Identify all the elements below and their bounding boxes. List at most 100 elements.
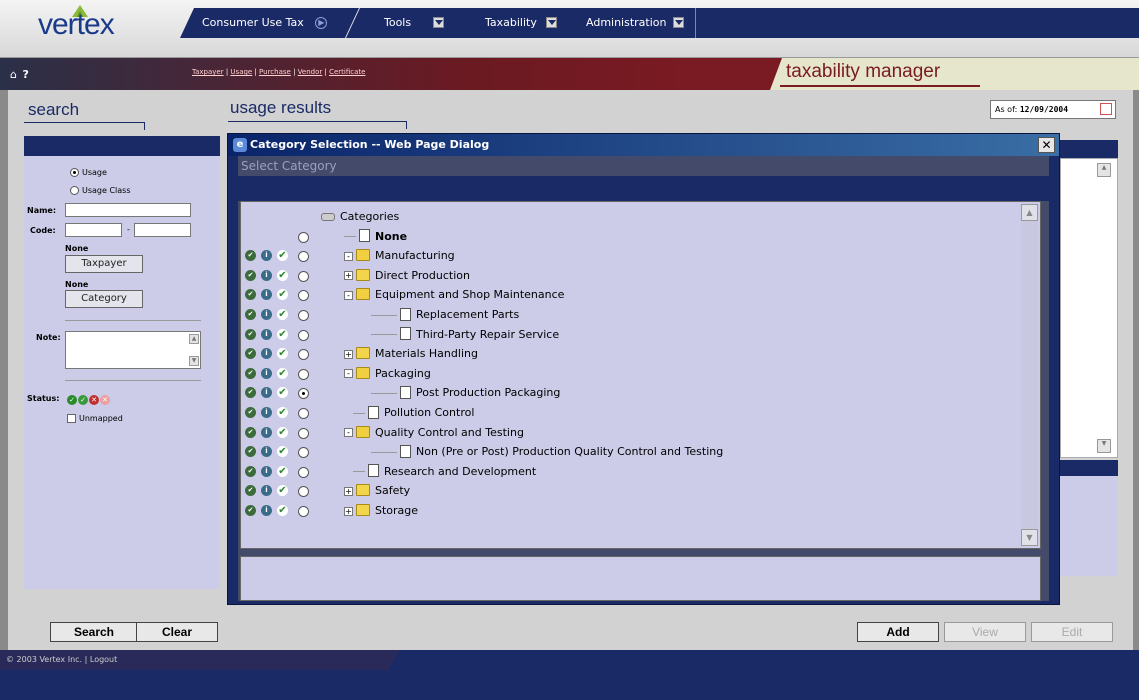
- tree-row[interactable]: ✔ i ✔ - Packaging: [241, 365, 1011, 384]
- usage-radio[interactable]: [70, 168, 79, 177]
- as-of-date-field[interactable]: As of: 12/09/2004: [990, 100, 1116, 119]
- check-action-icon[interactable]: ✔: [277, 309, 288, 320]
- tree-row[interactable]: ✔ i ✔ Replacement Parts: [241, 306, 1011, 325]
- clear-button[interactable]: Clear: [136, 622, 218, 642]
- tree-row[interactable]: ✔ i ✔ + Direct Production: [241, 267, 1011, 286]
- tree-row[interactable]: ✔ i ✔ Research and Development: [241, 463, 1011, 482]
- collapse-icon[interactable]: -: [344, 251, 353, 261]
- tree-node[interactable]: Non (Pre or Post) Production Quality Con…: [371, 444, 723, 459]
- nav-consumer-use-tax[interactable]: Consumer Use Tax ▶: [202, 8, 328, 38]
- tree-node[interactable]: + Materials Handling: [344, 347, 478, 360]
- info-action-icon[interactable]: i: [261, 269, 272, 281]
- tree-row[interactable]: Categories: [241, 208, 1011, 227]
- select-radio[interactable]: [298, 329, 309, 341]
- info-action-icon[interactable]: i: [261, 426, 272, 438]
- scroll-up-icon[interactable]: ▲: [1021, 204, 1038, 221]
- check-action-icon[interactable]: ✔: [277, 387, 288, 399]
- subnav-usage[interactable]: Usage: [230, 68, 252, 76]
- tree-row[interactable]: ✔ i ✔ - Quality Control and Testing: [241, 424, 1011, 443]
- check-action-icon[interactable]: ✔: [277, 348, 288, 360]
- check-action-icon[interactable]: ✔: [277, 250, 288, 262]
- tree-node[interactable]: Pollution Control: [353, 405, 474, 420]
- name-input[interactable]: [65, 203, 191, 217]
- info-action-icon[interactable]: i: [261, 367, 272, 379]
- select-radio[interactable]: [298, 408, 309, 419]
- calendar-icon[interactable]: [1100, 103, 1112, 115]
- expand-icon[interactable]: +: [344, 349, 353, 359]
- select-radio[interactable]: [298, 368, 309, 380]
- info-action-icon[interactable]: i: [261, 465, 272, 477]
- approve-action-icon[interactable]: ✔: [245, 289, 256, 301]
- code-input-start[interactable]: [65, 223, 122, 237]
- approve-action-icon[interactable]: ✔: [245, 250, 256, 262]
- info-action-icon[interactable]: i: [261, 309, 272, 320]
- check-action-icon[interactable]: ✔: [277, 446, 288, 458]
- dialog-titlebar[interactable]: e Category Selection -- Web Page Dialog …: [228, 134, 1059, 156]
- approve-action-icon[interactable]: ✔: [245, 387, 256, 399]
- view-button[interactable]: View: [944, 622, 1026, 642]
- tree-node[interactable]: Post Production Packaging: [371, 385, 560, 400]
- status-approved-icon[interactable]: ✓: [67, 395, 77, 405]
- check-action-icon[interactable]: ✔: [277, 485, 288, 497]
- approve-action-icon[interactable]: ✔: [245, 328, 256, 340]
- help-icon[interactable]: ?: [22, 68, 28, 81]
- check-action-icon[interactable]: ✔: [277, 505, 288, 516]
- tree-node[interactable]: - Manufacturing: [344, 249, 455, 262]
- note-textarea[interactable]: ▲ ▼: [65, 331, 201, 369]
- tree-row[interactable]: None: [241, 228, 1011, 247]
- approve-action-icon[interactable]: ✔: [245, 309, 256, 320]
- expand-icon[interactable]: +: [344, 506, 353, 516]
- tree-row[interactable]: ✔ i ✔ Pollution Control: [241, 404, 1011, 423]
- select-radio[interactable]: [298, 270, 309, 282]
- check-action-icon[interactable]: ✔: [277, 426, 288, 438]
- category-button[interactable]: Category: [65, 290, 143, 308]
- info-action-icon[interactable]: i: [261, 505, 272, 516]
- unmapped-checkbox[interactable]: [67, 414, 76, 423]
- expand-icon[interactable]: +: [344, 486, 353, 496]
- info-action-icon[interactable]: i: [261, 250, 272, 262]
- usage-class-radio-option[interactable]: Usage Class: [70, 186, 131, 195]
- nav-tools[interactable]: Tools: [384, 8, 444, 38]
- usage-class-radio[interactable]: [70, 186, 79, 195]
- check-action-icon[interactable]: ✔: [277, 328, 288, 340]
- edit-button[interactable]: Edit: [1031, 622, 1113, 642]
- check-action-icon[interactable]: ✔: [277, 407, 288, 418]
- close-icon[interactable]: ✕: [1038, 137, 1055, 153]
- tree-node[interactable]: - Quality Control and Testing: [344, 425, 524, 439]
- nav-taxability[interactable]: Taxability: [485, 8, 558, 38]
- info-action-icon[interactable]: i: [261, 407, 272, 418]
- scroll-down-icon[interactable]: ▼: [1021, 529, 1038, 546]
- info-action-icon[interactable]: i: [261, 348, 272, 360]
- tree-row[interactable]: ✔ i ✔ + Materials Handling: [241, 345, 1011, 364]
- approve-action-icon[interactable]: ✔: [245, 367, 256, 379]
- tree-row[interactable]: ✔ i ✔ - Equipment and Shop Maintenance: [241, 286, 1011, 305]
- subnav-purchase[interactable]: Purchase: [259, 68, 291, 76]
- tree-node[interactable]: Research and Development: [353, 464, 536, 479]
- approve-action-icon[interactable]: ✔: [245, 485, 256, 497]
- select-radio[interactable]: [298, 231, 309, 243]
- tree-node[interactable]: Third-Party Repair Service: [371, 327, 559, 342]
- scroll-down-icon[interactable]: ▼: [1097, 439, 1111, 453]
- scroll-up-icon[interactable]: ▲: [189, 334, 199, 344]
- nav-administration[interactable]: Administration: [586, 8, 684, 38]
- check-action-icon[interactable]: ✔: [277, 465, 288, 477]
- check-action-icon[interactable]: ✔: [277, 367, 288, 379]
- info-action-icon[interactable]: i: [261, 446, 272, 458]
- info-action-icon[interactable]: i: [261, 289, 272, 301]
- subnav-certificate[interactable]: Certificate: [329, 68, 365, 76]
- add-button[interactable]: Add: [857, 622, 939, 642]
- tree-node[interactable]: None: [344, 229, 407, 244]
- approve-action-icon[interactable]: ✔: [245, 446, 256, 458]
- code-input-end[interactable]: [134, 223, 191, 237]
- tree-row[interactable]: ✔ i ✔ Non (Pre or Post) Production Quality …: [241, 443, 1011, 462]
- select-radio[interactable]: [298, 506, 309, 517]
- approve-action-icon[interactable]: ✔: [245, 426, 256, 438]
- tree-node[interactable]: Categories: [321, 210, 399, 223]
- approve-action-icon[interactable]: ✔: [245, 269, 256, 281]
- status-inactive-icon[interactable]: ✕: [100, 395, 110, 405]
- search-button[interactable]: Search: [50, 622, 138, 642]
- collapse-icon[interactable]: -: [344, 369, 353, 379]
- usage-radio-option[interactable]: Usage: [70, 168, 107, 177]
- expand-icon[interactable]: +: [344, 271, 353, 281]
- approve-action-icon[interactable]: ✔: [245, 407, 256, 418]
